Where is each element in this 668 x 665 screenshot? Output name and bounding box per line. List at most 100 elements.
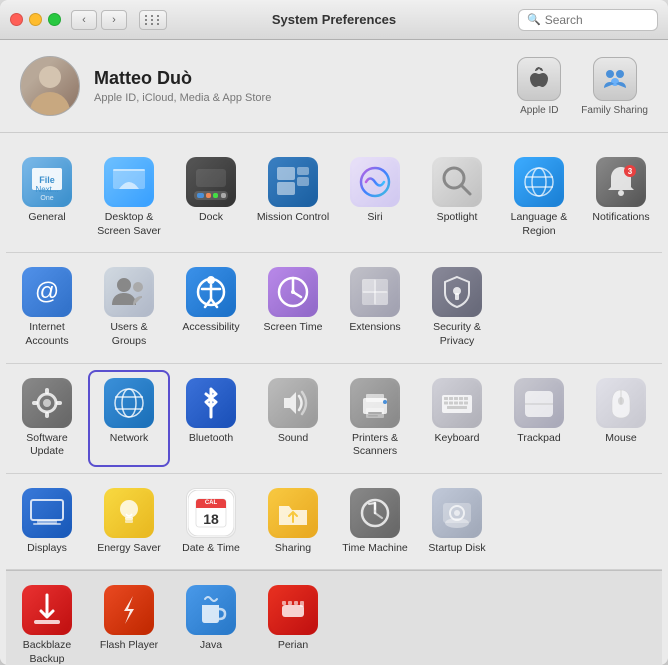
pref-screentime[interactable]: Screen Time	[252, 259, 334, 356]
displays-label: Displays	[27, 542, 67, 556]
pref-internet[interactable]: @ Internet Accounts	[6, 259, 88, 356]
pref-desktop[interactable]: Desktop & Screen Saver	[88, 149, 170, 246]
software-label: Software Update	[10, 432, 84, 459]
profile-name: Matteo Duò	[94, 68, 517, 89]
energy-label: Energy Saver	[97, 542, 161, 556]
pref-dock[interactable]: Dock	[170, 149, 252, 246]
main-content: Matteo Duò Apple ID, iCloud, Media & App…	[0, 40, 668, 665]
perian-icon	[268, 585, 318, 635]
apple-id-icon	[517, 57, 561, 101]
svg-text:3: 3	[628, 167, 633, 176]
pref-notifications[interactable]: 3 Notifications	[580, 149, 662, 246]
pref-sharing[interactable]: Sharing	[252, 480, 334, 564]
traffic-lights	[10, 13, 61, 26]
maximize-button[interactable]	[48, 13, 61, 26]
bluetooth-label: Bluetooth	[189, 432, 233, 446]
sharing-label: Sharing	[275, 542, 311, 556]
pref-language[interactable]: Language & Region	[498, 149, 580, 246]
family-sharing-icon	[593, 57, 637, 101]
family-sharing-button[interactable]: Family Sharing	[581, 57, 648, 116]
pref-keyboard[interactable]: Keyboard	[416, 370, 498, 467]
backblaze-label: Backblaze Backup	[10, 639, 84, 665]
search-icon: 🔍	[527, 13, 541, 26]
titlebar: ‹ › System Preferences 🔍	[0, 0, 668, 40]
users-label: Users & Groups	[92, 321, 166, 348]
desktop-label: Desktop & Screen Saver	[92, 211, 166, 238]
pref-trackpad[interactable]: Trackpad	[498, 370, 580, 467]
pref-bluetooth[interactable]: Bluetooth	[170, 370, 252, 467]
notifications-icon: 3	[596, 157, 646, 207]
nav-buttons: ‹ ›	[71, 10, 127, 30]
date-icon: 18 CAL	[186, 488, 236, 538]
back-button[interactable]: ‹	[71, 10, 97, 30]
siri-icon	[350, 157, 400, 207]
security-label: Security & Privacy	[420, 321, 494, 348]
java-label: Java	[200, 639, 222, 653]
pref-displays[interactable]: Displays	[6, 480, 88, 564]
grid-view-button[interactable]	[139, 10, 167, 30]
java-icon	[186, 585, 236, 635]
pref-date[interactable]: 18 CAL Date & Time	[170, 480, 252, 564]
startup-icon	[432, 488, 482, 538]
printers-label: Printers & Scanners	[338, 432, 412, 459]
pref-perian[interactable]: Perian	[252, 577, 334, 665]
pref-siri[interactable]: Siri	[334, 149, 416, 246]
apple-id-label: Apple ID	[520, 105, 558, 116]
svg-text:One: One	[40, 195, 53, 202]
window: ‹ › System Preferences 🔍 Matteo Duò Appl…	[0, 0, 668, 665]
pref-security[interactable]: Security & Privacy	[416, 259, 498, 356]
trackpad-label: Trackpad	[517, 432, 560, 446]
pref-energy[interactable]: Energy Saver	[88, 480, 170, 564]
pref-flash[interactable]: Flash Player	[88, 577, 170, 665]
pref-users[interactable]: Users & Groups	[88, 259, 170, 356]
flash-label: Flash Player	[100, 639, 158, 653]
printers-icon	[350, 378, 400, 428]
profile-info: Matteo Duò Apple ID, iCloud, Media & App…	[94, 68, 517, 104]
accessibility-label: Accessibility	[182, 321, 239, 335]
pref-mouse[interactable]: Mouse	[580, 370, 662, 467]
pref-network[interactable]: Network	[88, 370, 170, 467]
pref-accessibility[interactable]: Accessibility	[170, 259, 252, 356]
search-box[interactable]: 🔍	[518, 9, 658, 31]
extensions-icon	[350, 267, 400, 317]
row-system2: Displays Energy Sa	[6, 474, 662, 571]
pref-printers[interactable]: Printers & Scanners	[334, 370, 416, 467]
profile-subtitle: Apple ID, iCloud, Media & App Store	[94, 92, 517, 104]
mission-icon	[268, 157, 318, 207]
internet-icon: @	[22, 267, 72, 317]
grid-icon	[145, 15, 161, 25]
software-icon	[22, 378, 72, 428]
internet-label: Internet Accounts	[10, 321, 84, 348]
pref-timemachine[interactable]: Time Machine	[334, 480, 416, 564]
pref-spotlight[interactable]: Spotlight	[416, 149, 498, 246]
pref-general[interactable]: File Next... One General	[6, 149, 88, 246]
avatar[interactable]	[20, 56, 80, 116]
pref-software[interactable]: Software Update	[6, 370, 88, 467]
pref-backblaze[interactable]: Backblaze Backup	[6, 577, 88, 665]
pref-java[interactable]: Java	[170, 577, 252, 665]
pref-sound[interactable]: Sound	[252, 370, 334, 467]
sound-icon	[268, 378, 318, 428]
desktop-icon	[104, 157, 154, 207]
keyboard-icon	[432, 378, 482, 428]
search-input[interactable]	[545, 13, 649, 27]
timemachine-label: Time Machine	[342, 542, 408, 556]
date-label: Date & Time	[182, 542, 240, 556]
minimize-button[interactable]	[29, 13, 42, 26]
network-label: Network	[110, 432, 149, 446]
pref-extensions[interactable]: Extensions	[334, 259, 416, 356]
sharing-icon	[268, 488, 318, 538]
dock-icon	[186, 157, 236, 207]
pref-startup[interactable]: Startup Disk	[416, 480, 498, 564]
family-sharing-label: Family Sharing	[581, 105, 648, 116]
keyboard-label: Keyboard	[435, 432, 480, 446]
apple-id-button[interactable]: Apple ID	[517, 57, 561, 116]
forward-button[interactable]: ›	[101, 10, 127, 30]
row-system: File Next... One General	[6, 143, 662, 253]
pref-mission[interactable]: Mission Control	[252, 149, 334, 246]
sound-label: Sound	[278, 432, 308, 446]
close-button[interactable]	[10, 13, 23, 26]
avatar-image	[21, 56, 79, 116]
profile-actions: Apple ID Family Sharing	[517, 57, 648, 116]
spotlight-icon	[432, 157, 482, 207]
